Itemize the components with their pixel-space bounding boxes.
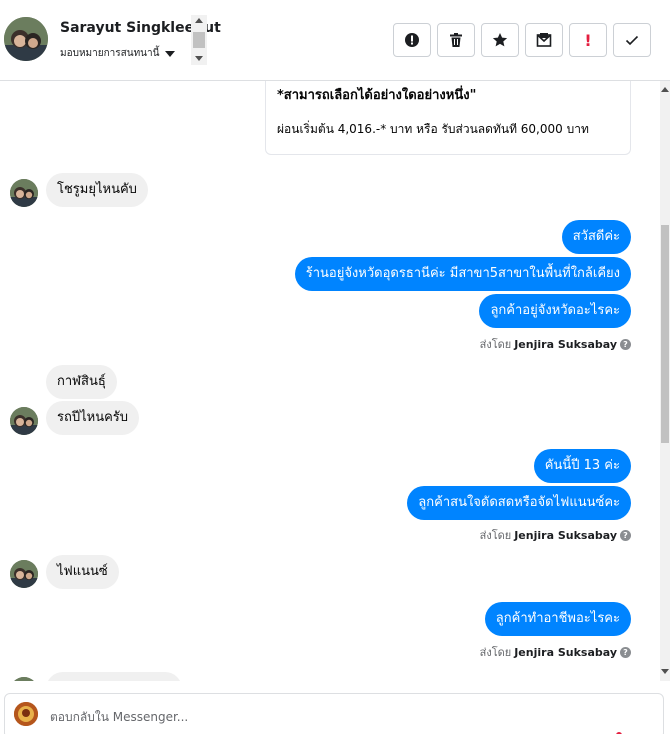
thread-scrollbar[interactable]: [660, 81, 670, 681]
mark-unread-button[interactable]: [525, 23, 563, 57]
page-avatar: [14, 702, 38, 726]
mark-unread-icon: [536, 33, 552, 47]
help-icon[interactable]: ?: [620, 646, 631, 658]
flag-important-button[interactable]: !: [569, 23, 607, 57]
message-bubble-incoming-partial: [46, 672, 182, 681]
reply-composer[interactable]: ตอบกลับใน Messenger...: [4, 693, 664, 734]
conversation-header: Sarayut Singkleebut มอบหมายการสนทนานี้ !: [0, 0, 670, 81]
message-thread[interactable]: *สามารถเลือกได้อย่างใดอย่างหนึ่ง" ผ่อนเร…: [0, 81, 660, 681]
message-bubble-outgoing: ลูกค้าทำอาชีพอะไรคะ: [484, 602, 631, 636]
scroll-up-arrow-icon[interactable]: [195, 18, 203, 23]
sent-by-label: ส่งโดย Jenjira Suksabay ?: [480, 526, 631, 544]
message-bubble-outgoing: ลูกค้าสนใจดัดสดหรือจัดไฟแนนซ์คะ: [407, 486, 631, 520]
message-bubble-outgoing: ร้านอยู่จังหวัดอุดรธานีค่ะ มีสาขา5สาขาใน…: [294, 257, 631, 291]
scroll-up-arrow-icon[interactable]: [661, 87, 669, 92]
sent-by-agent: Jenjira Suksabay: [514, 337, 617, 351]
delete-button[interactable]: [437, 23, 475, 57]
header-scrollbar[interactable]: [191, 15, 207, 65]
mark-done-button[interactable]: [613, 23, 651, 57]
sent-by-prefix: ส่งโดย: [479, 338, 512, 351]
sent-by-prefix: ส่งโดย: [479, 646, 512, 659]
promo-card: *สามารถเลือกได้อย่างใดอย่างหนึ่ง" ผ่อนเร…: [265, 81, 631, 155]
assign-conversation-dropdown[interactable]: มอบหมายการสนทนานี้: [60, 46, 176, 61]
scroll-down-arrow-icon[interactable]: [661, 669, 669, 674]
message-bubble-outgoing: สวัสดีค่ะ: [561, 220, 631, 254]
contact-avatar-small: [10, 179, 38, 207]
star-icon: [492, 33, 508, 47]
contact-avatar[interactable]: [4, 17, 48, 61]
promo-card-title: *สามารถเลือกได้อย่างใดอย่างหนึ่ง": [277, 88, 477, 103]
alert-circle-icon: [405, 33, 419, 47]
scroll-thumb[interactable]: [193, 32, 205, 48]
checkmark-icon: [625, 35, 639, 46]
sent-by-agent: Jenjira Suksabay: [514, 528, 617, 542]
help-icon[interactable]: ?: [620, 338, 631, 350]
message-bubble-incoming: รถปีไหนครับ: [46, 401, 140, 435]
message-bubble-incoming: โชรูมยุไหนคับ: [46, 173, 148, 207]
sent-by-agent: Jenjira Suksabay: [514, 645, 617, 659]
scroll-thumb[interactable]: [661, 225, 669, 443]
help-icon[interactable]: ?: [620, 529, 631, 541]
message-bubble-incoming: กาฬสินธุ์: [46, 365, 117, 399]
message-bubble-outgoing: ลูกค้าอยู่จังหวัดอะไรคะ: [479, 294, 631, 328]
sent-by-label: ส่งโดย Jenjira Suksabay ?: [480, 335, 631, 353]
message-bubble-incoming: ไฟแนนซ์: [46, 555, 119, 589]
message-bubble-outgoing: คันนี้ปี 13 ค่ะ: [533, 449, 631, 483]
exclamation-icon: !: [584, 30, 592, 50]
promo-card-text: ผ่อนเริ่มต้น 4,016.-* บาท หรือ รับส่วนลด…: [277, 122, 589, 136]
star-button[interactable]: [481, 23, 519, 57]
mark-spam-button[interactable]: [393, 23, 431, 57]
trash-icon: [450, 33, 462, 47]
caret-down-icon: [165, 50, 176, 57]
reply-input[interactable]: ตอบกลับใน Messenger...: [50, 708, 188, 727]
contact-avatar-small: [10, 407, 38, 435]
assign-label: มอบหมายการสนทนานี้: [60, 48, 160, 59]
conversation-toolbar: !: [393, 23, 651, 57]
sent-by-label: ส่งโดย Jenjira Suksabay ?: [480, 643, 631, 661]
scroll-down-arrow-icon[interactable]: [195, 56, 203, 61]
contact-avatar-small: [10, 677, 38, 681]
sent-by-prefix: ส่งโดย: [479, 529, 512, 542]
contact-avatar-small: [10, 560, 38, 588]
